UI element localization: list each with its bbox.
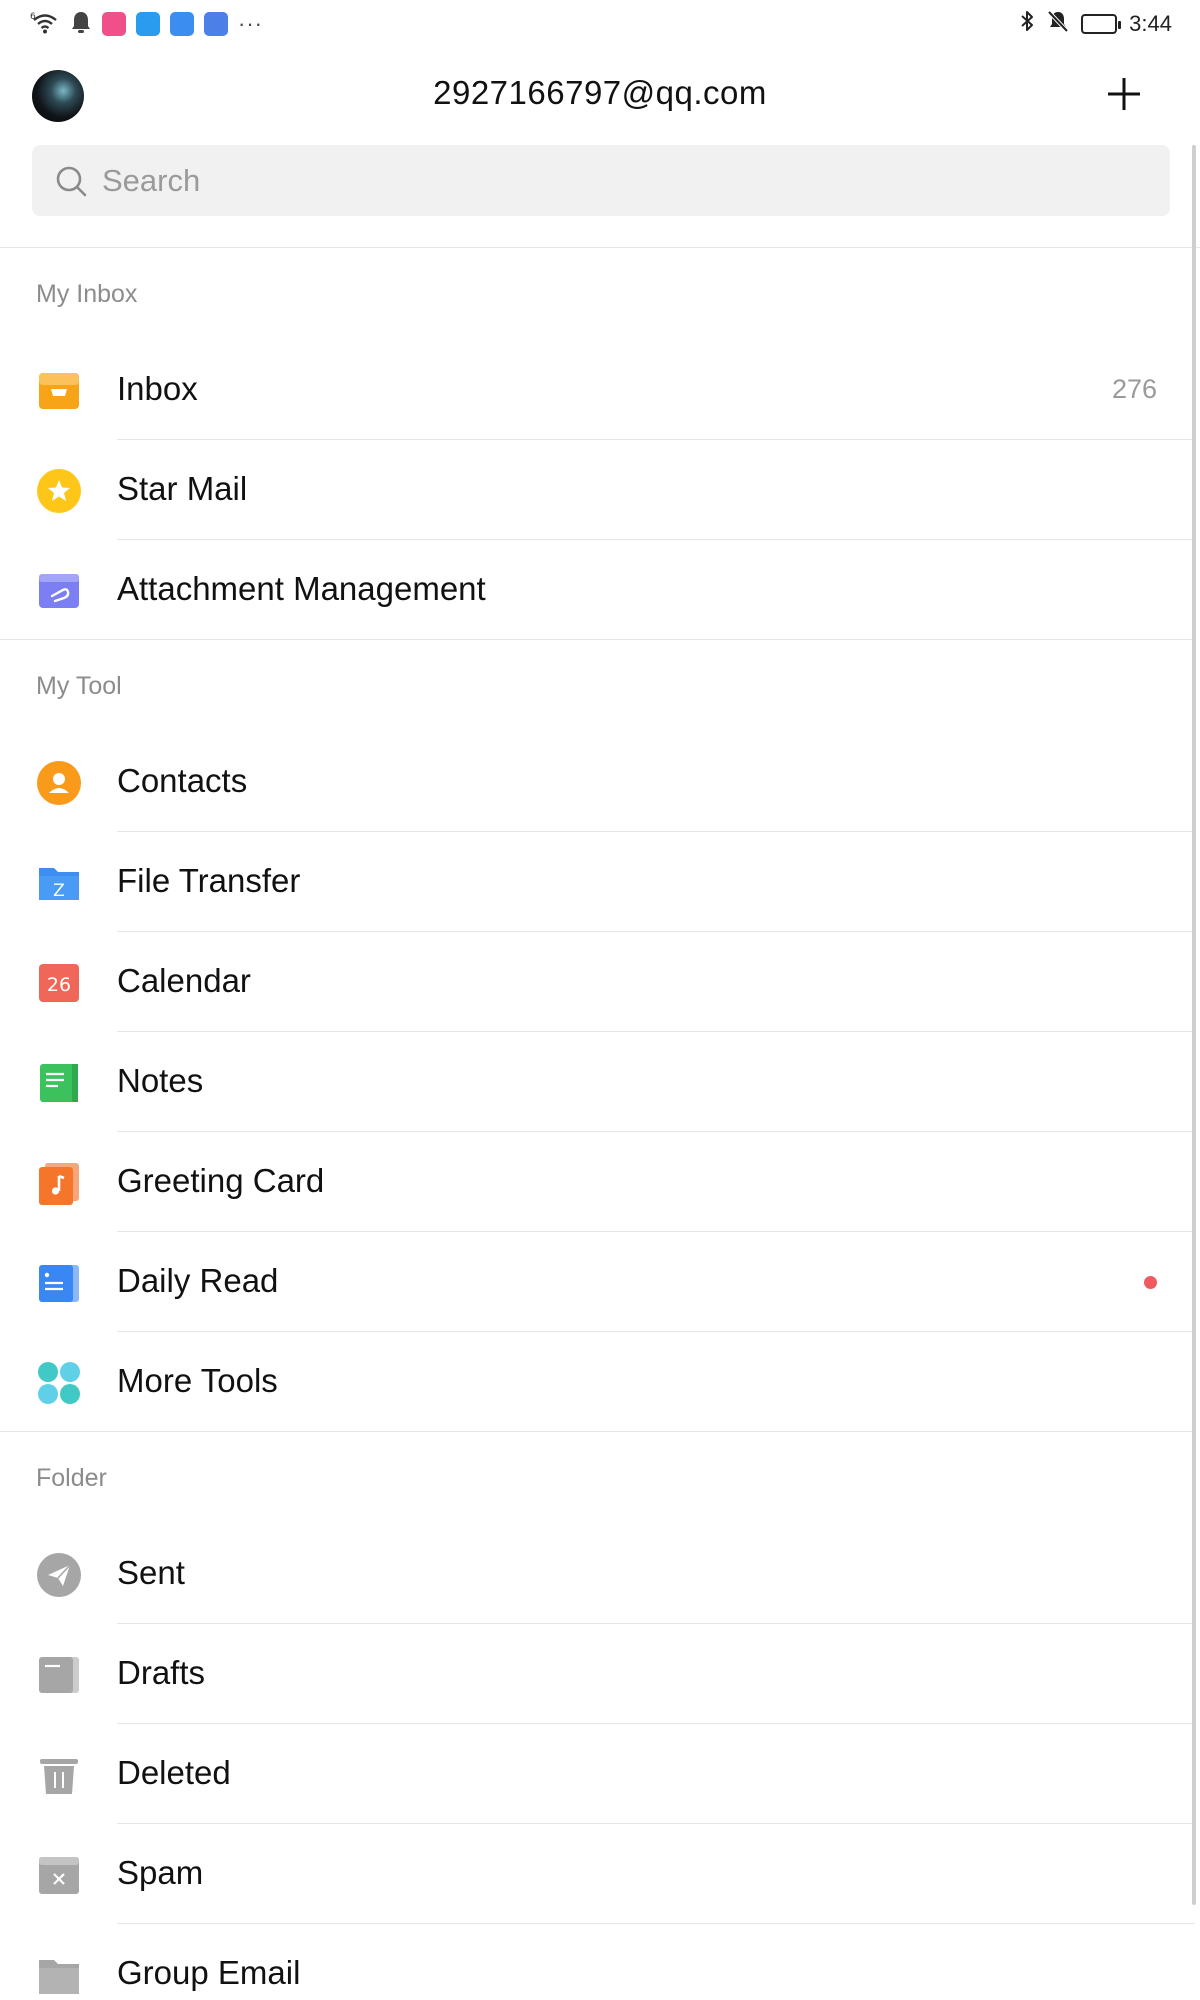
list-item-daily-read[interactable]: Daily Read <box>0 1232 1195 1332</box>
list-item-label: Notes <box>117 1062 204 1099</box>
attachment-folder-icon <box>36 568 82 614</box>
list-item-label: Greeting Card <box>117 1162 325 1199</box>
calendar-day: 26 <box>47 974 71 996</box>
inbox-tray-icon <box>36 368 82 414</box>
greeting-card-music-icon <box>36 1160 82 1206</box>
list-item-notes[interactable]: Notes <box>0 1032 1195 1132</box>
list-item-contacts[interactable]: Contacts <box>0 732 1195 832</box>
group-email-folder-icon <box>36 1952 82 1998</box>
list-item-label: Contacts <box>117 762 248 799</box>
bluetooth-icon <box>1019 9 1035 39</box>
list-item-label: Group Email <box>117 1954 301 1991</box>
bilibili-app-icon <box>102 12 126 36</box>
battery-icon <box>1081 14 1122 34</box>
list-item-star-mail[interactable]: Star Mail <box>0 440 1195 540</box>
list-item-attachment-management[interactable]: Attachment Management <box>0 540 1195 640</box>
list-item-label: Deleted <box>117 1754 231 1791</box>
search-input[interactable]: Search <box>32 145 1170 216</box>
list-item-sent[interactable]: Sent <box>0 1524 1195 1624</box>
search-placeholder: Search <box>102 162 201 198</box>
list-item-label: Drafts <box>117 1654 206 1691</box>
list-item-group-email[interactable]: Group Email <box>0 1924 1195 2000</box>
list-item-label: Attachment Management <box>117 570 486 607</box>
account-email[interactable]: 2927166797@qq.com <box>0 74 1200 112</box>
file-transfer-folder-icon: Z <box>36 860 82 906</box>
list-item-greeting-card[interactable]: Greeting Card <box>0 1132 1195 1232</box>
list-item-calendar[interactable]: 26 Calendar <box>0 932 1195 1032</box>
calendar-icon: 26 <box>36 960 82 1006</box>
more-notifications-icon: ··· <box>238 11 263 36</box>
list-item-label: File Transfer <box>117 862 301 899</box>
list-item-label: Sent <box>117 1554 185 1591</box>
status-left: 6 ··· <box>30 10 263 39</box>
more-tools-grid-icon <box>36 1360 82 1406</box>
status-bar: 6 ··· 3:44 <box>0 0 1200 48</box>
daily-read-icon <box>36 1260 82 1306</box>
list-item-label: Star Mail <box>117 470 248 507</box>
drafts-icon <box>36 1652 82 1698</box>
list-item-deleted[interactable]: Deleted <box>0 1724 1195 1824</box>
status-right: 3:44 <box>1019 9 1172 39</box>
status-time: 3:44 <box>1129 11 1172 36</box>
wifi-icon: 6 <box>30 10 60 39</box>
scrollbar[interactable] <box>1192 145 1196 1905</box>
divider <box>0 639 1195 640</box>
reader-app-icon <box>136 12 160 36</box>
mailbox-list: My Inbox Inbox 276 Star Mail Attachment … <box>0 248 1195 2000</box>
svg-text:Z: Z <box>53 881 65 901</box>
list-item-spam[interactable]: Spam <box>0 1824 1195 1924</box>
trash-icon <box>36 1752 82 1798</box>
list-item-label: Inbox <box>117 370 198 407</box>
list-item-more-tools[interactable]: More Tools <box>0 1332 1195 1432</box>
star-icon <box>36 468 82 514</box>
notification-bell-icon <box>70 10 92 39</box>
list-item-inbox[interactable]: Inbox 276 <box>0 340 1195 440</box>
sent-paper-plane-icon <box>36 1552 82 1598</box>
list-item-drafts[interactable]: Drafts <box>0 1624 1195 1724</box>
notes-icon <box>36 1060 82 1106</box>
mail-app: 6 ··· 3:44 2927166797@qq.com Search My I… <box>0 0 1200 2000</box>
divider <box>0 1431 1195 1432</box>
list-item-label: More Tools <box>117 1362 278 1399</box>
document-app-icon <box>204 12 228 36</box>
list-item-label: Calendar <box>117 962 251 999</box>
plus-icon <box>1108 78 1140 110</box>
list-item-label: Spam <box>117 1854 204 1891</box>
contact-person-icon <box>36 760 82 806</box>
list-item-file-transfer[interactable]: Z File Transfer <box>0 832 1195 932</box>
search-icon <box>56 166 87 196</box>
header: 2927166797@qq.com <box>0 48 1200 144</box>
spam-icon <box>36 1852 82 1898</box>
list-item-label: Daily Read <box>117 1262 279 1299</box>
add-button[interactable] <box>1104 74 1144 114</box>
new-content-badge <box>1144 1276 1157 1289</box>
cloud-app-icon <box>170 12 194 36</box>
section-header-my-inbox: My Inbox <box>36 280 138 308</box>
section-header-my-tool: My Tool <box>36 672 122 700</box>
mute-icon <box>1047 9 1069 39</box>
section-header-folder: Folder <box>36 1464 107 1492</box>
unread-count: 276 <box>1111 374 1157 404</box>
